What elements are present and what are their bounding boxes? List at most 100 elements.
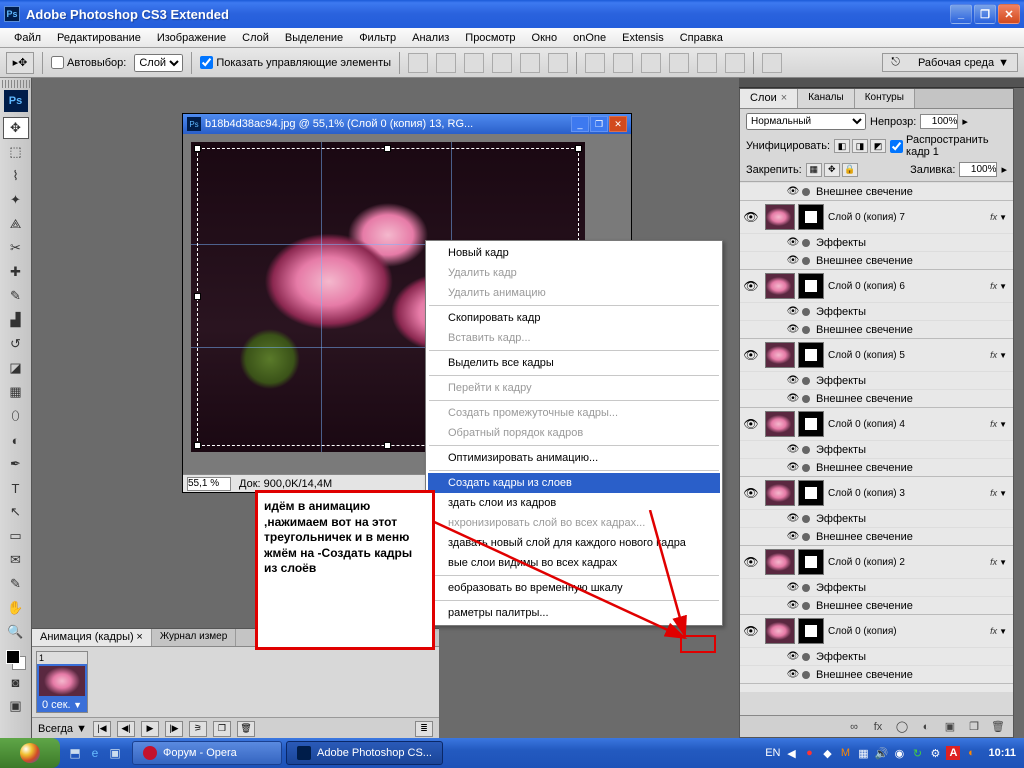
- layer-name[interactable]: Слой 0 (копия) 7: [828, 212, 990, 223]
- visibility-toggle[interactable]: 👁: [784, 462, 802, 473]
- distribute-icon[interactable]: [585, 53, 605, 73]
- visibility-toggle[interactable]: 👁: [740, 210, 762, 224]
- chevron-right-icon[interactable]: ▸: [1001, 163, 1007, 176]
- workspace-button[interactable]: ⎋ Рабочая среда ▼: [882, 53, 1018, 72]
- close-button[interactable]: ✕: [998, 4, 1020, 24]
- visibility-toggle[interactable]: 👁: [740, 624, 762, 638]
- tab-paths[interactable]: Контуры: [855, 89, 915, 108]
- layer-mask-thumbnail[interactable]: [798, 273, 824, 299]
- layer-name[interactable]: Слой 0 (копия) 4: [828, 419, 990, 430]
- visibility-toggle[interactable]: 👁: [784, 324, 802, 335]
- menu-file[interactable]: Файл: [6, 30, 49, 46]
- menu-item[interactable]: здать слои из кадров: [428, 493, 720, 513]
- taskbar-item-photoshop[interactable]: Adobe Photoshop CS...: [286, 741, 443, 765]
- tray-icon[interactable]: ▦: [856, 746, 870, 760]
- align-icon[interactable]: [548, 53, 568, 73]
- play-button[interactable]: ▶: [141, 721, 159, 737]
- tray-icon[interactable]: ◀: [784, 746, 798, 760]
- visibility-toggle[interactable]: 👁: [740, 279, 762, 293]
- layer-mask-icon[interactable]: ◯: [893, 719, 911, 735]
- lock-pixels-icon[interactable]: ▦: [806, 163, 822, 177]
- menu-analysis[interactable]: Анализ: [404, 30, 457, 46]
- effect-outer-glow[interactable]: Внешнее свечение: [816, 324, 913, 336]
- tray-icon[interactable]: ↻: [910, 746, 924, 760]
- fx-badge[interactable]: fx: [990, 557, 997, 567]
- fx-badge[interactable]: fx: [990, 419, 997, 429]
- effect-outer-glow[interactable]: Внешнее свечение: [816, 462, 913, 474]
- tray-icon[interactable]: ●: [802, 746, 816, 760]
- effect-outer-glow[interactable]: Внешнее свечение: [816, 669, 913, 681]
- propagate-checkbox[interactable]: Распространить кадр 1: [890, 134, 1007, 158]
- zoom-input[interactable]: [187, 477, 231, 491]
- frame-delay[interactable]: 0 сек. ▼: [37, 698, 87, 712]
- effect-outer-glow[interactable]: Внешнее свечение: [816, 600, 913, 612]
- new-layer-icon[interactable]: ❐: [965, 719, 983, 735]
- tray-icon[interactable]: M: [838, 746, 852, 760]
- slice-tool[interactable]: ✂: [3, 237, 29, 259]
- dodge-tool[interactable]: ◐: [3, 429, 29, 451]
- layer-item[interactable]: 👁 Слой 0 (копия) 2 fx ▼ 👁Эффекты 👁Внешне…: [740, 546, 1013, 615]
- layer-thumbnail[interactable]: [765, 204, 795, 230]
- menu-item[interactable]: Выделить все кадры: [428, 353, 720, 373]
- align-icon[interactable]: [492, 53, 512, 73]
- document-titlebar[interactable]: Ps b18b4d38ac94.jpg @ 55,1% (Слой 0 (коп…: [183, 114, 631, 134]
- layer-name[interactable]: Слой 0 (копия): [828, 626, 990, 637]
- layer-mask-thumbnail[interactable]: [798, 204, 824, 230]
- effect-outer-glow[interactable]: Внешнее свечение: [816, 255, 913, 267]
- group-icon[interactable]: ▣: [941, 719, 959, 735]
- chevron-down-icon[interactable]: ▼: [999, 627, 1007, 636]
- layer-name[interactable]: Слой 0 (копия) 5: [828, 350, 990, 361]
- marquee-tool[interactable]: ⬚: [3, 141, 29, 163]
- autoselect-checkbox[interactable]: Автовыбор:: [51, 56, 126, 69]
- tab-measurement-log[interactable]: Журнал измер: [152, 629, 236, 646]
- current-tool-indicator[interactable]: ▸✥: [6, 52, 34, 74]
- gradient-tool[interactable]: ▦: [3, 381, 29, 403]
- taskbar-clock[interactable]: 10:11: [988, 747, 1016, 759]
- layer-name[interactable]: Слой 0 (копия) 2: [828, 557, 990, 568]
- frame-thumbnail[interactable]: [37, 664, 87, 698]
- align-icon[interactable]: [464, 53, 484, 73]
- eraser-tool[interactable]: ◪: [3, 357, 29, 379]
- blur-tool[interactable]: ⬯: [3, 405, 29, 427]
- type-tool[interactable]: T: [3, 477, 29, 499]
- stamp-tool[interactable]: ▟: [3, 309, 29, 331]
- fill-input[interactable]: [959, 162, 997, 177]
- delete-frame-button[interactable]: 🗑: [237, 721, 255, 737]
- tween-button[interactable]: ⚞: [189, 721, 207, 737]
- healing-tool[interactable]: ✚: [3, 261, 29, 283]
- layer-item[interactable]: 👁 Слой 0 (копия) fx ▼ 👁Эффекты 👁Внешнее …: [740, 615, 1013, 684]
- menu-select[interactable]: Выделение: [277, 30, 351, 46]
- tray-volume-icon[interactable]: 🔊: [874, 746, 888, 760]
- hand-tool[interactable]: ✋: [3, 597, 29, 619]
- fx-badge[interactable]: fx: [990, 626, 997, 636]
- new-frame-button[interactable]: ❐: [213, 721, 231, 737]
- menu-layer[interactable]: Слой: [234, 30, 277, 46]
- doc-maximize-button[interactable]: ❐: [590, 116, 608, 132]
- visibility-toggle[interactable]: 👁: [784, 444, 802, 455]
- color-swatches[interactable]: [6, 650, 26, 670]
- zoom-tool[interactable]: 🔍: [3, 621, 29, 643]
- align-icon[interactable]: [408, 53, 428, 73]
- menu-item[interactable]: Новый кадр: [428, 243, 720, 263]
- effect-outer-glow[interactable]: Внешнее свечение: [816, 531, 913, 543]
- shape-tool[interactable]: ▭: [3, 525, 29, 547]
- crop-tool[interactable]: ⟁: [3, 213, 29, 235]
- visibility-toggle[interactable]: 👁: [784, 582, 802, 593]
- menu-window[interactable]: Окно: [524, 30, 566, 46]
- fx-badge[interactable]: fx: [990, 350, 997, 360]
- layer-item[interactable]: 👁 Слой 0 (копия) 3 fx ▼ 👁Эффекты 👁Внешне…: [740, 477, 1013, 546]
- chevron-down-icon[interactable]: ▼: [999, 558, 1007, 567]
- visibility-toggle[interactable]: 👁: [784, 600, 802, 611]
- tray-icon[interactable]: ◉: [892, 746, 906, 760]
- taskbar-item-opera[interactable]: Форум - Opera: [132, 741, 282, 765]
- visibility-toggle[interactable]: 👁: [740, 486, 762, 500]
- start-button[interactable]: [0, 738, 60, 768]
- layer-thumbnail[interactable]: [765, 480, 795, 506]
- distribute-icon[interactable]: [725, 53, 745, 73]
- prev-frame-button[interactable]: ◀|: [117, 721, 135, 737]
- lock-position-icon[interactable]: ✥: [824, 163, 840, 177]
- tab-animation[interactable]: Анимация (кадры) ×: [32, 629, 152, 646]
- effect-outer-glow[interactable]: Внешнее свечение: [816, 393, 913, 405]
- menu-extensis[interactable]: Extensis: [614, 30, 672, 46]
- doc-close-button[interactable]: ✕: [609, 116, 627, 132]
